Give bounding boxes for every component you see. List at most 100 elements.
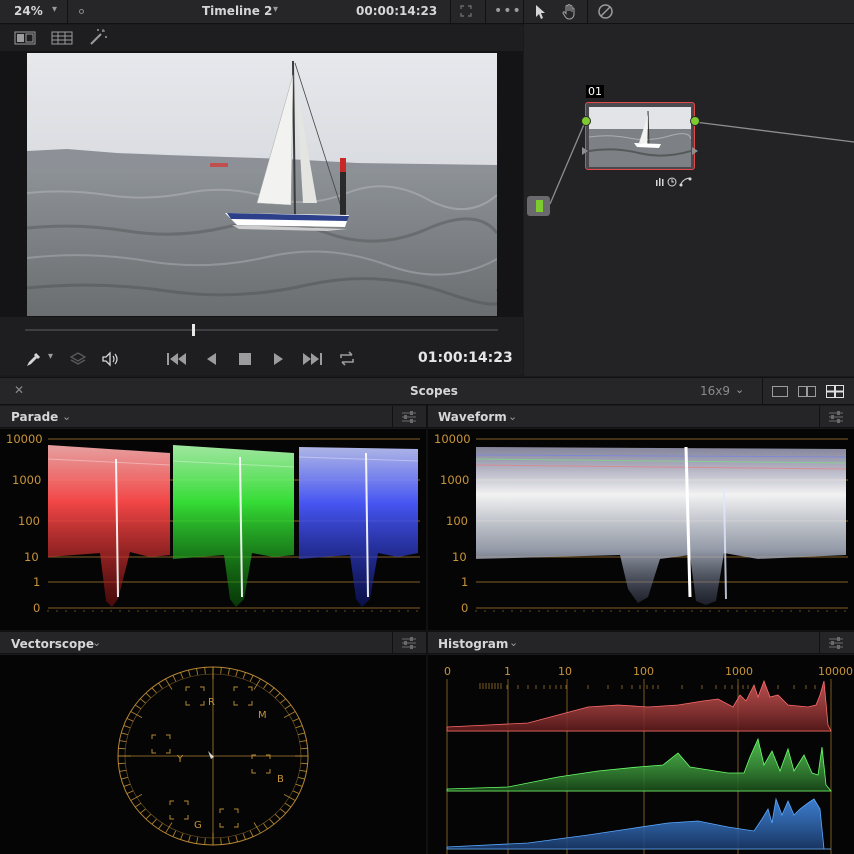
waveform-tick-label: 100 xyxy=(446,514,468,528)
histogram-tick-label: 100 xyxy=(633,665,654,678)
vectorscope-title[interactable]: Vectorscope xyxy=(11,637,94,651)
aspect-chevron-down-icon[interactable]: ⌄ xyxy=(735,383,744,396)
pointer-icon[interactable] xyxy=(533,4,547,20)
vectorscope-tick xyxy=(172,830,177,837)
vectorscope-tick xyxy=(123,725,131,729)
vector-label-b: B xyxy=(277,774,284,785)
hand-icon[interactable] xyxy=(561,3,577,20)
histogram-title[interactable]: Histogram xyxy=(438,637,508,651)
vectorscope-tick xyxy=(300,747,308,750)
vectorscope-tick xyxy=(187,835,191,843)
quad-layout-icon[interactable] xyxy=(826,385,844,398)
eyedropper-chevron-down-icon[interactable]: ▾ xyxy=(48,351,53,362)
vectorscope-tick xyxy=(242,833,246,840)
vector-label-y: Y xyxy=(176,754,184,765)
histogram-tick-label: 1000 xyxy=(725,665,753,678)
node-key-input-icon[interactable] xyxy=(581,146,589,156)
node-output-green-icon[interactable] xyxy=(689,115,701,127)
speaker-icon[interactable] xyxy=(101,351,121,367)
layers-icon[interactable] xyxy=(70,351,86,367)
waveform-tick-label: 10000 xyxy=(434,432,471,446)
vectorscope-tick xyxy=(151,818,157,825)
single-layout-icon[interactable] xyxy=(772,386,788,397)
viewer-image-sailboat[interactable] xyxy=(27,53,497,316)
vectorscope-tick xyxy=(249,830,254,837)
playhead-handle[interactable] xyxy=(191,324,195,336)
timeline-name[interactable]: Timeline 2 xyxy=(202,4,272,18)
split-wipe-icon[interactable] xyxy=(14,31,36,45)
bypass-icon[interactable] xyxy=(597,3,614,20)
toolbar-divider xyxy=(485,0,486,24)
fullscreen-icon[interactable] xyxy=(459,4,473,18)
jump-to-end-icon[interactable] xyxy=(302,352,324,366)
vectorscope-tick xyxy=(263,823,268,830)
aspect-ratio-select[interactable]: 16x9 xyxy=(700,384,730,398)
parade-tick-label: 1000 xyxy=(12,473,41,487)
timeline-chevron-down-icon[interactable]: ▾ xyxy=(273,4,278,15)
waveform-tick-label: 0 xyxy=(461,601,468,615)
histogram-settings-icon[interactable] xyxy=(828,636,844,650)
vectorscope-tick xyxy=(118,747,126,750)
vectorscope-tick xyxy=(269,687,275,694)
close-icon[interactable]: ✕ xyxy=(14,383,24,397)
vectorscope-tick xyxy=(227,837,230,844)
waveform-chevron-down-icon[interactable]: ⌄ xyxy=(508,410,517,423)
waveform-tick-label: 1000 xyxy=(440,473,469,487)
vectorscope-tick xyxy=(134,704,142,710)
play-icon[interactable] xyxy=(272,352,286,366)
waveform-title[interactable]: Waveform xyxy=(438,410,507,424)
scopes-title: Scopes xyxy=(410,384,458,398)
vectorscope-tick xyxy=(145,813,152,820)
toolbar-divider xyxy=(67,0,68,24)
vectorscope-chevron-down-icon[interactable]: ⌄ xyxy=(92,636,101,649)
vectorscope-tick xyxy=(118,762,126,765)
vectorscope-tick xyxy=(158,823,163,830)
source-input-node[interactable] xyxy=(527,196,550,216)
vectorscope-tick xyxy=(180,672,184,679)
node-input-green-icon[interactable] xyxy=(580,115,592,127)
grid-view-icon[interactable] xyxy=(51,31,73,45)
histogram-chevron-down-icon[interactable]: ⌄ xyxy=(509,636,518,649)
dual-layout-icon[interactable] xyxy=(798,386,816,397)
parade-tick-label: 100 xyxy=(18,514,40,528)
play-reverse-icon[interactable] xyxy=(204,352,218,366)
vectorscope-tick xyxy=(299,769,307,772)
vectorscope-tick xyxy=(235,669,239,677)
more-options-icon[interactable]: ••• xyxy=(494,3,522,19)
vectorscope-tick xyxy=(220,838,222,845)
zoom-chevron-down-icon[interactable]: ▾ xyxy=(52,4,57,15)
vectorscope-settings-icon[interactable] xyxy=(401,636,417,650)
waveform-settings-icon[interactable] xyxy=(828,410,844,424)
vectorscope-tick xyxy=(297,776,305,780)
vectorscope-tick xyxy=(295,725,303,729)
zoom-level[interactable]: 24% xyxy=(14,4,43,18)
node-key-output-icon[interactable] xyxy=(691,146,699,156)
parade-scope: 10000 1000 100 10 1 0 xyxy=(0,429,426,630)
toolbar-divider xyxy=(523,0,524,24)
stop-icon[interactable] xyxy=(238,352,252,366)
loop-icon[interactable] xyxy=(338,350,356,367)
vectorscope-tick xyxy=(249,675,254,682)
scrubber-track[interactable] xyxy=(25,329,498,331)
vectorscope-tick xyxy=(130,794,143,801)
vectorscope-tick xyxy=(121,776,129,780)
vectorscope-tick xyxy=(284,802,292,808)
jump-to-start-icon[interactable] xyxy=(166,352,188,366)
vectorscope-tick xyxy=(242,672,246,679)
vectorscope-tick xyxy=(119,769,127,772)
vectorscope-tick xyxy=(187,669,191,677)
magic-wand-icon[interactable] xyxy=(88,28,108,46)
parade-tick-label: 0 xyxy=(33,601,40,615)
parade-settings-icon[interactable] xyxy=(401,410,417,424)
vectorscope-tick xyxy=(180,833,184,840)
histogram-tick-label: 1 xyxy=(504,665,511,678)
eyedropper-icon[interactable] xyxy=(25,352,41,368)
parade-title[interactable]: Parade xyxy=(11,410,58,424)
parade-tick-label: 10 xyxy=(24,550,39,564)
parade-chevron-down-icon[interactable]: ⌄ xyxy=(62,410,71,423)
source-node-indicator xyxy=(536,200,543,212)
vector-label-m: M xyxy=(258,710,267,721)
vectorscope-tick xyxy=(284,704,292,710)
vector-label-r: R xyxy=(208,697,215,708)
vectorscope-tick xyxy=(280,808,287,814)
